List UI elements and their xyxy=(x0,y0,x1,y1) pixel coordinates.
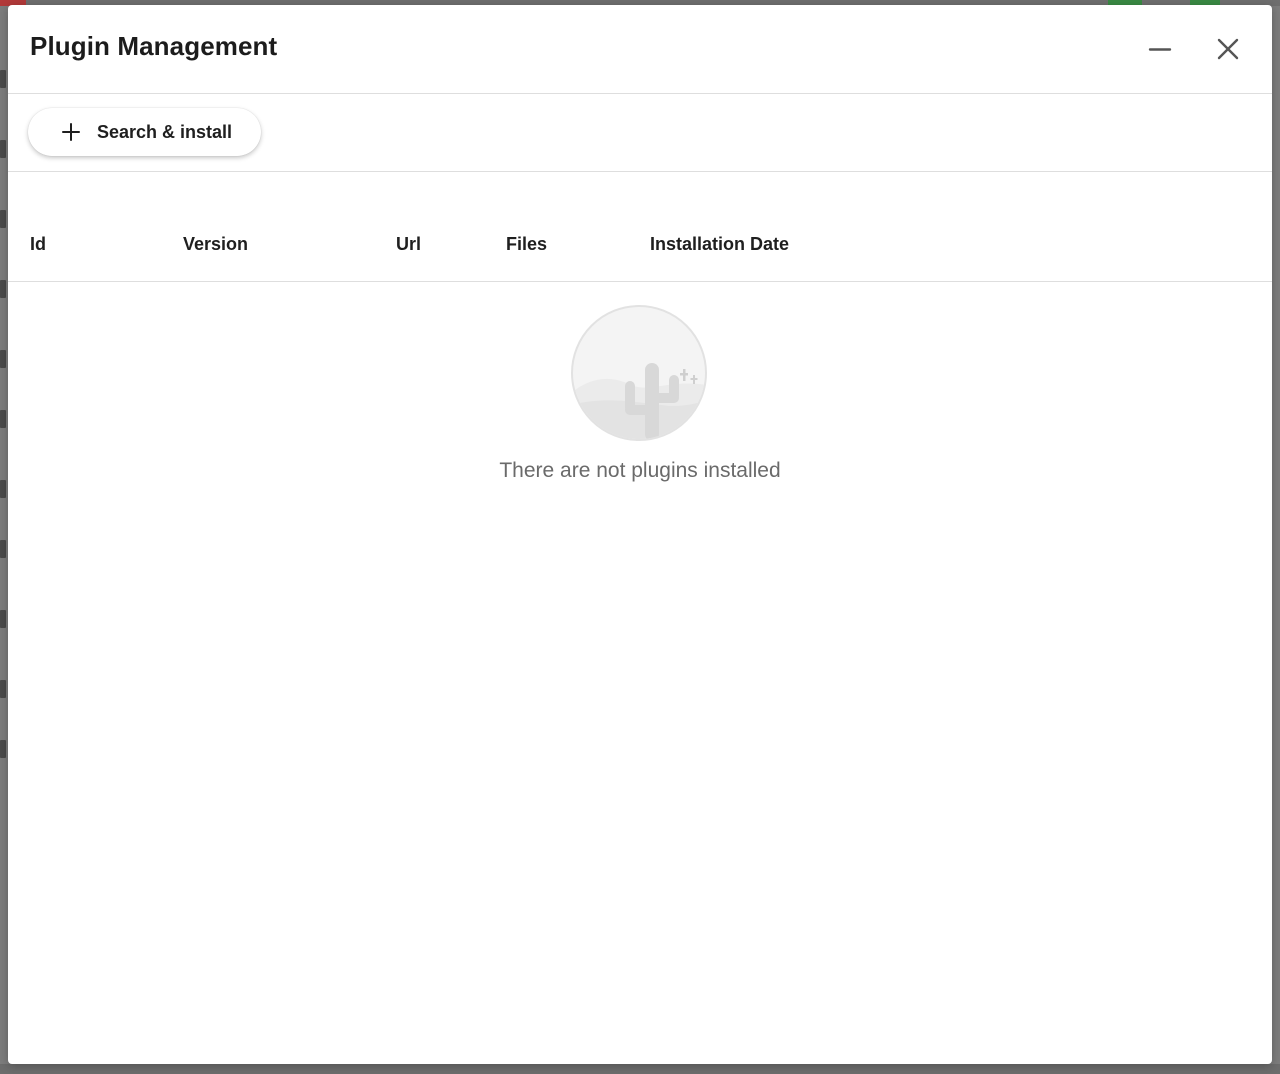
search-install-label: Search & install xyxy=(97,122,233,142)
search-install-button[interactable]: Search & install xyxy=(28,108,261,156)
column-header-url[interactable]: Url xyxy=(396,234,421,255)
column-header-version[interactable]: Version xyxy=(183,234,248,255)
column-header-installation-date[interactable]: Installation Date xyxy=(650,234,789,255)
minimize-button[interactable] xyxy=(1142,32,1178,68)
minimize-icon xyxy=(1148,48,1172,51)
background-footer xyxy=(0,1064,1280,1074)
close-icon xyxy=(1217,38,1239,60)
dialog-title: Plugin Management xyxy=(30,31,278,61)
background-sidebar xyxy=(0,60,8,780)
column-header-id[interactable]: Id xyxy=(30,234,46,255)
dialog-header: Plugin Management xyxy=(8,5,1272,94)
dialog-toolbar: Search & install xyxy=(8,94,1272,172)
plugins-table-header: Id Version Url Files Installation Date xyxy=(8,172,1272,282)
plus-icon xyxy=(62,123,80,141)
empty-state: There are not plugins installed xyxy=(8,305,1272,495)
empty-state-message: There are not plugins installed xyxy=(499,459,781,482)
cactus-desert-icon xyxy=(571,305,707,441)
close-button[interactable] xyxy=(1210,32,1246,68)
plugin-management-dialog: Plugin Management Search & install Id Ve… xyxy=(8,5,1272,1064)
column-header-files[interactable]: Files xyxy=(506,234,547,255)
